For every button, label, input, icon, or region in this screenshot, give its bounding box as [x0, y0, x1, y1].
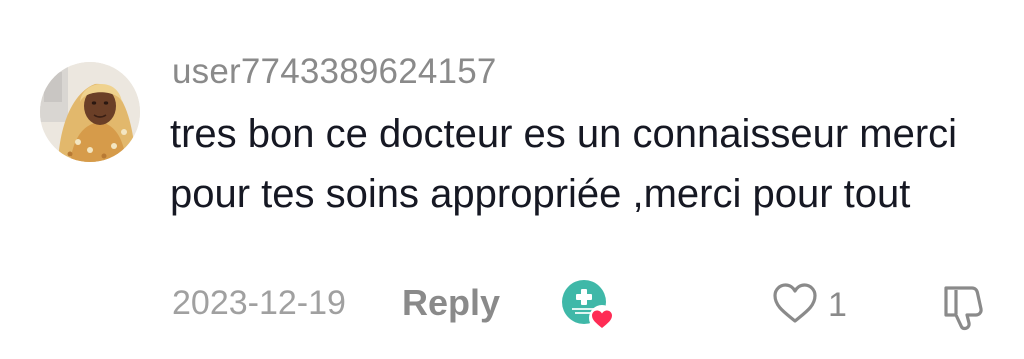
- reply-button[interactable]: Reply: [402, 282, 500, 324]
- like-count: 1: [828, 285, 847, 324]
- like-button[interactable]: 1: [772, 280, 847, 330]
- comment-item: user7743389624157 tres bon ce docteur es…: [0, 0, 1024, 359]
- thumbs-down-icon[interactable]: [938, 282, 988, 332]
- comment-username[interactable]: user7743389624157: [172, 52, 497, 92]
- creator-liked-badge-icon: [560, 276, 618, 334]
- comment-text: tres bon ce docteur es un connaisseur me…: [170, 112, 958, 216]
- comment-date: 2023-12-19: [172, 284, 346, 322]
- avatar-image: [40, 62, 140, 162]
- heart-outline-icon: [772, 282, 818, 329]
- avatar[interactable]: [40, 62, 140, 162]
- comment-footer: 2023-12-19 Reply 1: [0, 270, 1024, 340]
